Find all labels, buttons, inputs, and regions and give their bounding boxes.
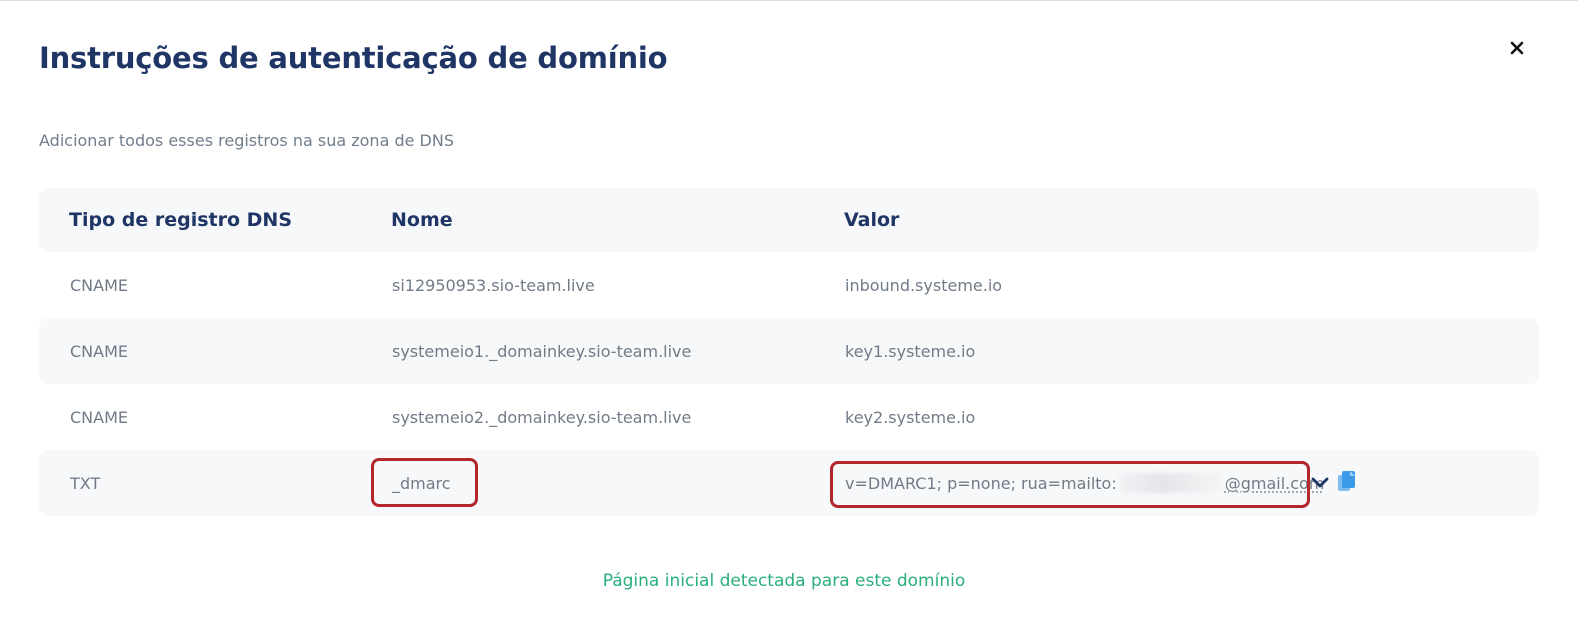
close-button[interactable] — [1505, 36, 1529, 60]
domain-auth-modal: Instruções de autenticação de domínio Ad… — [0, 0, 1578, 631]
record-name[interactable]: _dmarc — [392, 450, 451, 516]
record-value[interactable]: key2.systeme.io — [845, 384, 975, 450]
table-row-txt: TXT _dmarc v=DMARC1; p=none; rua=mailto:… — [39, 450, 1539, 516]
chevron-down-icon — [1311, 477, 1329, 488]
record-name[interactable]: si12950953.sio-team.live — [392, 252, 595, 318]
record-type: CNAME — [70, 407, 128, 427]
modal-subtitle: Adicionar todos esses registros na sua z… — [39, 131, 454, 150]
record-type: CNAME — [70, 275, 128, 295]
copy-button[interactable] — [1337, 470, 1357, 494]
record-value[interactable]: v=DMARC1; p=none; rua=mailto: @gmail.com — [845, 450, 1324, 516]
homepage-detected-status: Página inicial detectada para este domín… — [602, 571, 966, 591]
record-value[interactable]: inbound.systeme.io — [845, 252, 1002, 318]
column-header-name: Nome — [391, 209, 453, 231]
record-type: TXT — [70, 473, 101, 493]
record-value[interactable]: key1.systeme.io — [845, 318, 975, 384]
redacted-email-user — [1118, 473, 1223, 493]
table-row: CNAME systemeio1._domainkey.sio-team.liv… — [39, 318, 1539, 384]
copy-icon — [1338, 471, 1355, 491]
table-header-row: Tipo de registro DNS Nome Valor — [39, 188, 1539, 252]
column-header-value: Valor — [844, 209, 900, 231]
expand-button[interactable] — [1309, 472, 1331, 494]
table-row: CNAME systemeio2._domainkey.sio-team.liv… — [39, 384, 1539, 450]
record-name[interactable]: systemeio1._domainkey.sio-team.live — [392, 318, 691, 384]
close-icon — [1510, 41, 1524, 55]
modal-title: Instruções de autenticação de domínio — [39, 41, 668, 75]
dns-records-table: Tipo de registro DNS Nome Valor CNAME si… — [39, 188, 1539, 516]
record-type: CNAME — [70, 341, 128, 361]
record-name[interactable]: systemeio2._domainkey.sio-team.live — [392, 384, 691, 450]
dmarc-value-prefix: v=DMARC1; p=none; rua=mailto: — [845, 473, 1117, 493]
table-row: CNAME si12950953.sio-team.live inbound.s… — [39, 252, 1539, 318]
column-header-type: Tipo de registro DNS — [69, 209, 292, 231]
